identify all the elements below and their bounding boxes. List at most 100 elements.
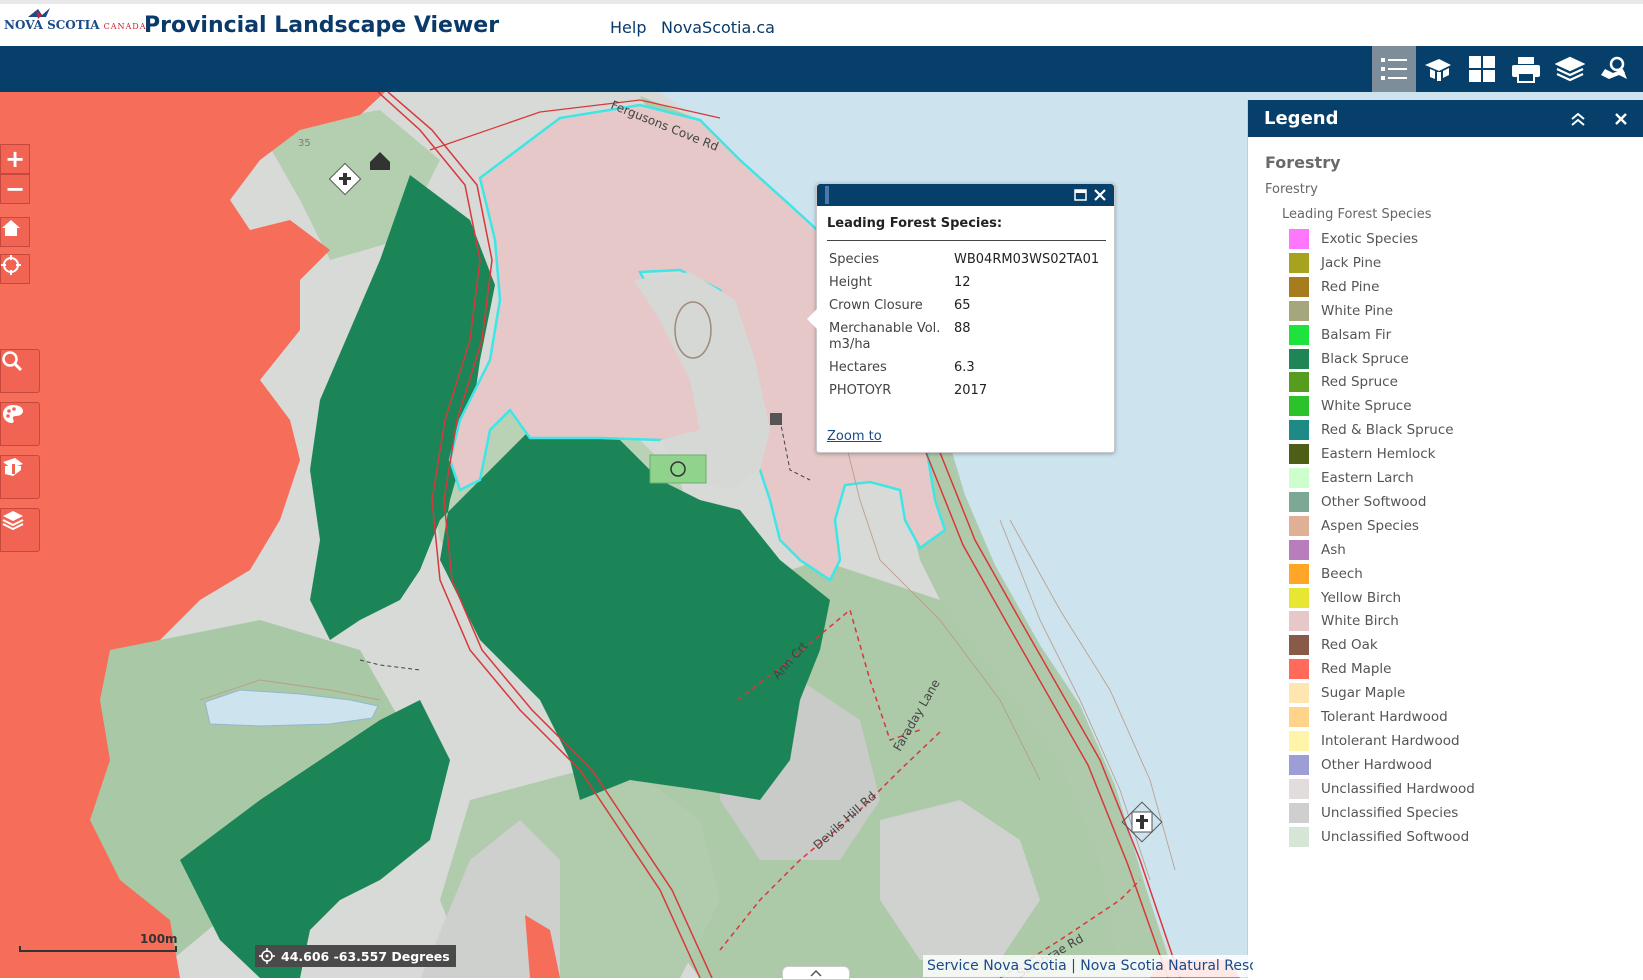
legend-item: White Birch <box>1289 610 1399 632</box>
legend-item: Red Spruce <box>1289 371 1398 393</box>
legend-item: Ash <box>1289 539 1346 561</box>
popup-pointer <box>807 309 817 329</box>
legend-list-icon <box>1381 58 1407 80</box>
legend-swatch <box>1289 229 1309 249</box>
legend-swatch <box>1289 754 1309 775</box>
legend-swatch <box>1289 659 1309 680</box>
help-link[interactable]: Help <box>610 18 646 37</box>
legend-item-label: Exotic Species <box>1321 231 1419 247</box>
legend-item-label: Sugar Maple <box>1321 685 1406 702</box>
legend-layer-name: Leading Forest Species <box>1282 207 1432 222</box>
collapse-icon[interactable] <box>1570 111 1586 127</box>
legend-swatch <box>1289 324 1309 345</box>
close-icon[interactable] <box>1093 188 1107 202</box>
maximize-icon[interactable] <box>1074 188 1088 202</box>
zoom-out-button[interactable]: − <box>0 174 30 204</box>
layers-list-button[interactable] <box>0 508 40 552</box>
legend-swatch <box>1289 635 1309 656</box>
legend-title: Legend <box>1264 108 1339 129</box>
hut-icon <box>770 413 782 425</box>
attr-label: Species <box>829 252 880 267</box>
popup-divider <box>827 240 1106 241</box>
attr-label: PHOTOYR <box>829 383 892 398</box>
legend-item-label: Aspen Species <box>1321 517 1419 534</box>
legend-item: Black Spruce <box>1289 348 1409 370</box>
legend-item-label: White Pine <box>1321 302 1394 319</box>
legend-item: Eastern Larch <box>1289 467 1414 489</box>
search-button[interactable] <box>0 349 40 393</box>
crosshair-icon <box>259 948 275 964</box>
novascotia-link[interactable]: NovaScotia.ca <box>661 18 775 37</box>
legend-item-label: Ash <box>1321 541 1346 558</box>
basemap-gallery-icon <box>1425 59 1451 81</box>
legend-item: Aspen Species <box>1289 515 1419 537</box>
contour-label: 35 <box>298 138 311 149</box>
legend-item-label: White Birch <box>1321 613 1399 630</box>
zoom-to-link[interactable]: Zoom to <box>827 429 882 444</box>
chevron-up-icon <box>810 969 822 977</box>
feature-popup: Leading Forest Species: Species WB04RM03… <box>807 183 1115 453</box>
map-search-icon <box>1601 56 1627 79</box>
apps-button[interactable] <box>1460 46 1504 92</box>
legend-item: Red & Black Spruce <box>1289 419 1454 441</box>
legend-swatch <box>1289 826 1309 847</box>
legend-item-label: Black Spruce <box>1321 350 1409 367</box>
legend-item-label: Red Oak <box>1321 637 1378 654</box>
legend-swatch <box>1289 802 1309 823</box>
legend-swatch <box>1289 468 1309 488</box>
legend-swatch <box>1289 611 1309 632</box>
popup-drag-handle[interactable] <box>825 186 829 204</box>
legend-group-title: Forestry <box>1265 153 1341 172</box>
popup-header <box>817 184 1114 206</box>
draw-button[interactable] <box>0 402 40 446</box>
legend-header: Legend <box>1248 100 1643 137</box>
legend-button[interactable] <box>1372 46 1416 92</box>
legend-item: Eastern Hemlock <box>1289 443 1435 465</box>
attr-value: 88 <box>954 321 971 336</box>
home-icon <box>2 220 20 236</box>
locate-icon <box>1 255 21 275</box>
legend-item-label: Other Hardwood <box>1321 756 1433 773</box>
basemap-button[interactable] <box>1416 46 1460 92</box>
legend-item-label: Red Maple <box>1321 661 1392 678</box>
locate-button[interactable] <box>0 254 30 284</box>
legend-swatch <box>1289 396 1309 417</box>
legend-item-label: Beech <box>1321 565 1363 582</box>
legend-item-label: Eastern Hemlock <box>1321 446 1436 463</box>
close-icon[interactable] <box>1614 112 1628 126</box>
legend-item: Intolerant Hardwood <box>1289 730 1460 752</box>
legend-item-label: Intolerant Hardwood <box>1321 732 1460 749</box>
layers-button[interactable] <box>1548 46 1592 92</box>
legend-swatch <box>1289 276 1309 297</box>
park-icon <box>649 454 707 484</box>
legend-item: Red Maple <box>1289 658 1392 680</box>
attr-label: Crown Closure <box>829 298 923 313</box>
legend-item-label: Unclassified Species <box>1321 804 1459 821</box>
attr-label: Hectares <box>829 360 887 375</box>
legend-item-label: Other Softwood <box>1321 493 1427 510</box>
legend-swatch <box>1289 707 1309 727</box>
logo-bird-icon <box>28 8 50 19</box>
legend-item-label: Balsam Fir <box>1321 326 1392 343</box>
zoom-in-button[interactable]: + <box>0 144 30 174</box>
legend-item: Exotic Species <box>1289 228 1418 250</box>
legend-swatch <box>1289 491 1309 512</box>
draw-palette-icon <box>3 405 23 423</box>
legend-item: Unclassified Species <box>1289 802 1458 824</box>
logo-subtext: CANADA <box>103 22 147 31</box>
legend-swatch <box>1289 563 1309 584</box>
attr-label: Height <box>829 275 872 290</box>
measure-button[interactable] <box>0 455 40 499</box>
coordinate-readout[interactable]: 44.606 -63.557 Degrees <box>255 945 456 967</box>
app-title: Provincial Landscape Viewer <box>144 13 500 38</box>
nova-scotia-logo[interactable]: NOVA SCOTIA CANADA <box>4 8 147 33</box>
legend-item: White Pine <box>1289 300 1393 322</box>
print-button[interactable] <box>1504 46 1548 92</box>
home-button[interactable] <box>0 217 30 247</box>
apps-grid-icon <box>1469 56 1495 82</box>
scale-bar <box>19 946 177 952</box>
legend-item: White Spruce <box>1289 395 1412 417</box>
legend-item-label: Unclassified Hardwood <box>1321 780 1475 797</box>
legend-item-label: Red & Black Spruce <box>1321 422 1454 439</box>
map-search-button[interactable] <box>1592 46 1636 92</box>
